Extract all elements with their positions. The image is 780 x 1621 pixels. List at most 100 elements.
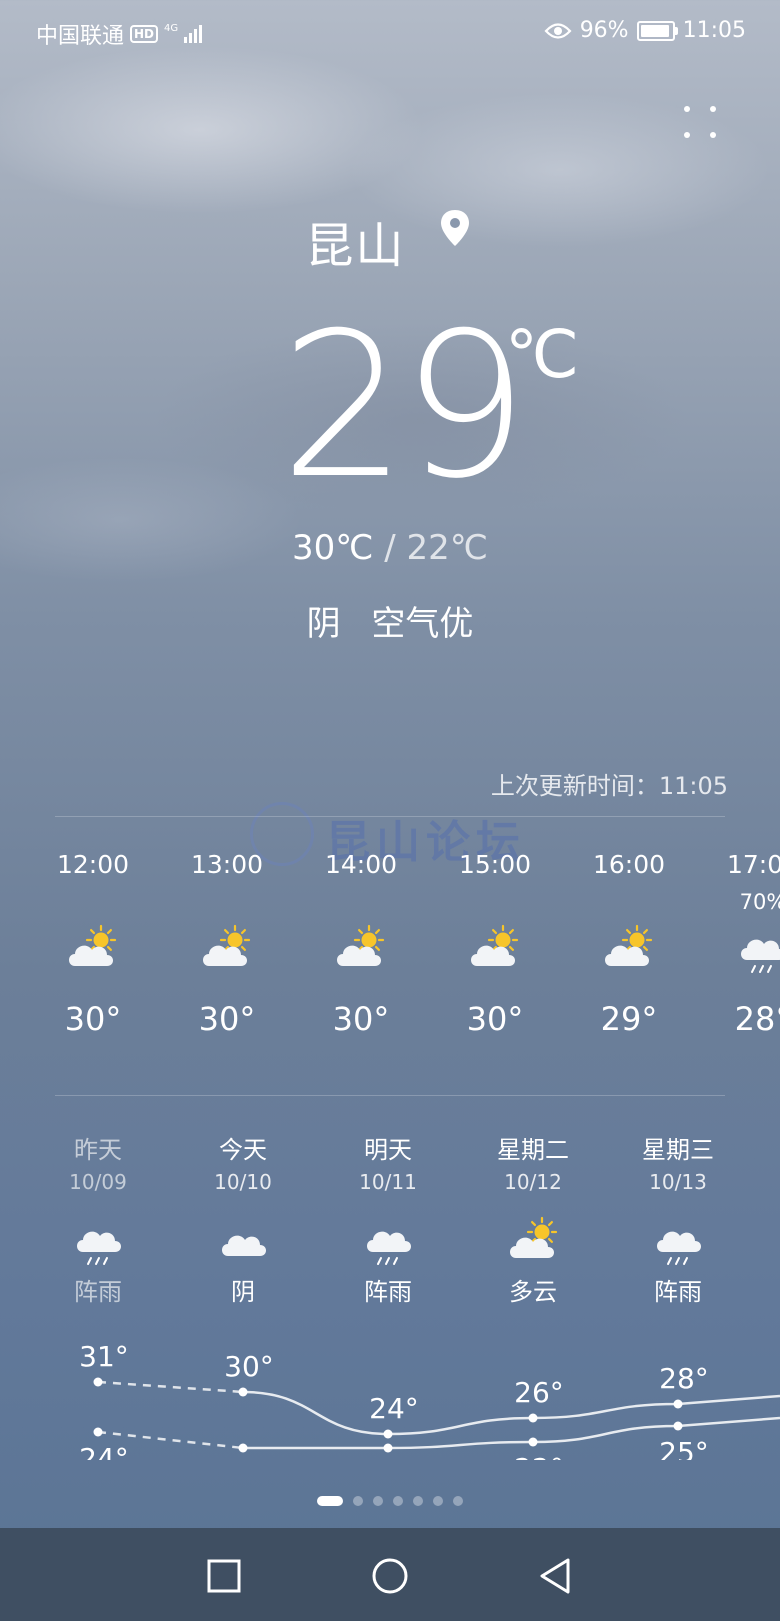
page-dot[interactable]: [433, 1495, 443, 1506]
air-quality[interactable]: 空气优: [371, 604, 473, 644]
precip-probability: [569, 880, 689, 924]
hourly-forecast[interactable]: 12:00 30° 13:00 30° 14:00 30° 15:00 30° 16:00 29°…: [0, 850, 780, 1070]
temp-point: [673, 1399, 683, 1409]
day-name: 今天: [219, 1136, 267, 1164]
temp-point: [93, 1427, 103, 1437]
weather-condition: 阴: [306, 604, 341, 644]
status-left: 中国联通 HD 4G: [36, 18, 203, 50]
hour-temp: 30°: [332, 1000, 390, 1038]
hourly-item: 17:00 70% 28°: [703, 850, 780, 1038]
battery-percent: 96%: [579, 18, 629, 43]
low-temp-label: 22°: [514, 1452, 564, 1460]
hi-lo-separator: /: [384, 528, 396, 568]
high-temp-label: 24°: [369, 1392, 419, 1425]
rain-icon: [657, 1231, 701, 1265]
status-right: 96% 11:05: [544, 18, 746, 43]
hour-time: 14:00: [324, 850, 398, 879]
hd-badge: HD: [130, 25, 159, 43]
day-date: 10/10: [214, 1170, 272, 1194]
temp-point: [528, 1413, 538, 1423]
hourly-item: 16:00 29°: [569, 850, 689, 1038]
hour-time: 12:00: [56, 850, 130, 879]
temp-point: [93, 1377, 103, 1387]
day-condition: 阵雨: [654, 1278, 702, 1306]
day-name: 昨天: [74, 1136, 122, 1164]
high-temp-label: 28°: [659, 1362, 709, 1395]
hourly-item: 12:00 30°: [33, 850, 153, 1038]
partly-cloudy-icon: [337, 924, 385, 966]
rain-icon: [741, 939, 780, 973]
temp-point: [383, 1429, 393, 1439]
hour-temp: 29°: [600, 1000, 658, 1038]
partly-cloudy-icon: [605, 924, 653, 966]
day-name: 明天: [364, 1136, 412, 1164]
last-update: 上次更新时间：11:05: [491, 766, 728, 801]
hour-temp: 28°: [734, 1000, 780, 1038]
daily-item[interactable]: 今天 10/10 阴: [178, 1130, 308, 1307]
city-name[interactable]: 昆山: [305, 206, 405, 276]
city-header[interactable]: 昆山: [0, 206, 780, 276]
daily-item[interactable]: 星期二 10/12 多云: [468, 1130, 598, 1307]
day-date: 10/09: [69, 1170, 127, 1194]
square-icon[interactable]: [202, 1554, 246, 1598]
signal-icon: [184, 25, 203, 43]
hour-temp: 30°: [64, 1000, 122, 1038]
page-dot[interactable]: [373, 1495, 383, 1506]
hour-time: 16:00: [592, 850, 666, 879]
page-dot[interactable]: [393, 1495, 403, 1506]
rain-icon: [77, 1231, 121, 1265]
navigation-bar: [0, 1528, 780, 1621]
day-condition: 阵雨: [74, 1278, 122, 1306]
page-dot[interactable]: [453, 1495, 463, 1506]
precip-probability: [167, 880, 287, 924]
day-condition: 阴: [231, 1278, 255, 1306]
more-menu-icon[interactable]: [680, 102, 720, 142]
low-temp-label: 24°: [79, 1442, 129, 1460]
high-temp: 30℃: [292, 528, 374, 568]
daily-item[interactable]: 星期三 10/13 阵雨: [613, 1130, 743, 1307]
temperature-trend-chart: 31° 24° 30° 24° 26° 22° 28° 25°: [79, 1340, 780, 1460]
high-low: 30℃ / 22℃: [0, 528, 780, 568]
update-time: 11:05: [658, 772, 728, 800]
daily-item[interactable]: 昨天 10/09 阵雨: [33, 1130, 163, 1307]
partly-cloudy-icon: [203, 924, 251, 966]
triangle-back-icon[interactable]: [534, 1554, 578, 1598]
temp-point: [238, 1443, 248, 1453]
precip-probability: [301, 880, 421, 924]
hour-temp: 30°: [198, 1000, 256, 1038]
page-dot[interactable]: [353, 1495, 363, 1506]
hourly-item: 14:00 30°: [301, 850, 421, 1038]
hour-time: 15:00: [458, 850, 532, 879]
page-dot[interactable]: [317, 1495, 343, 1506]
day-condition: 多云: [509, 1278, 557, 1306]
update-label: 上次更新时间：: [490, 772, 659, 800]
day-name: 星期三: [642, 1136, 714, 1164]
network-type: 4G: [164, 22, 179, 34]
day-condition: 阵雨: [364, 1278, 412, 1306]
high-temp-label: 30°: [224, 1350, 274, 1383]
hourly-item: 15:00 30°: [435, 850, 555, 1038]
partly-cloudy-icon: [471, 924, 519, 966]
circle-icon[interactable]: [368, 1554, 412, 1598]
precip-probability: [435, 880, 555, 924]
location-pin-icon: [440, 210, 469, 246]
day-date: 10/11: [359, 1170, 417, 1194]
rain-icon: [367, 1231, 411, 1265]
clock: 11:05: [682, 18, 746, 43]
day-date: 10/13: [649, 1170, 707, 1194]
daily-item[interactable]: 明天 10/11 阵雨: [323, 1130, 453, 1307]
eye-icon: [544, 22, 572, 39]
hour-time: 17:00: [726, 850, 780, 879]
battery-icon: [636, 20, 678, 41]
high-temp-label: 26°: [514, 1376, 564, 1409]
precip-probability: 70%: [739, 890, 780, 914]
carrier-label: 中国联通: [36, 24, 125, 49]
current-temperature: 29: [280, 290, 528, 523]
temp-point: [238, 1387, 248, 1397]
page-dot[interactable]: [413, 1495, 423, 1506]
condition-row: 阴 空气优: [0, 596, 780, 645]
status-bar: 中国联通 HD 4G 96% 11:05: [0, 0, 780, 64]
divider: [55, 1095, 725, 1096]
temp-point: [673, 1421, 683, 1431]
high-temp-label: 31°: [79, 1340, 129, 1373]
